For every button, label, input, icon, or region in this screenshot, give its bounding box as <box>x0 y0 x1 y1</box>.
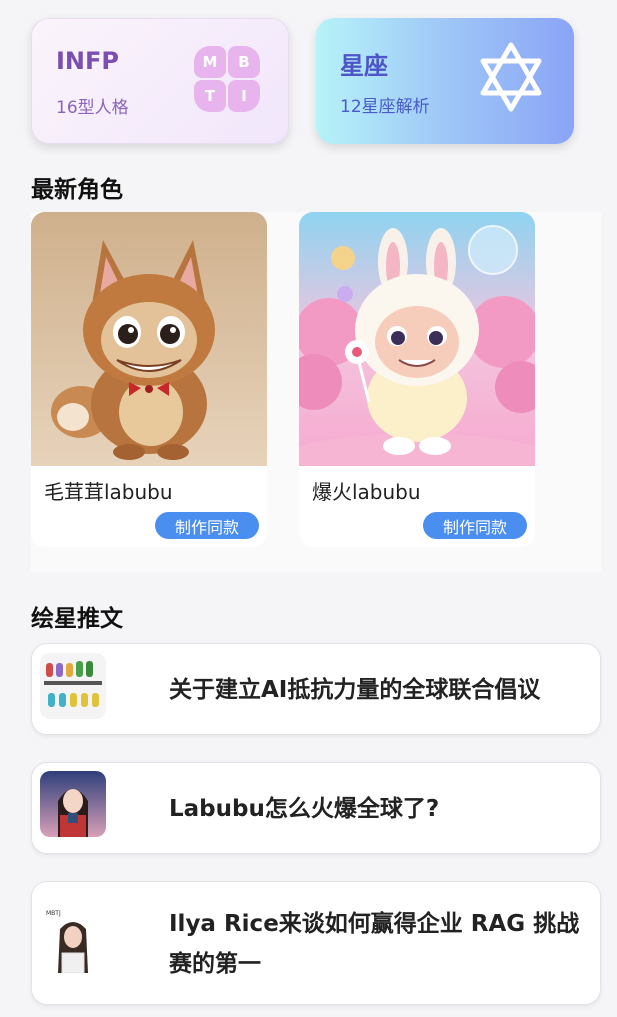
mbti-characters-thumbnail <box>40 653 106 719</box>
svg-text:MBTJ: MBTJ <box>46 910 61 917</box>
character-name: 毛茸茸labubu <box>44 480 173 504</box>
make-same-button[interactable]: 制作同款 <box>423 512 527 539</box>
character-card[interactable]: 爆火labubu 制作同款 <box>299 212 535 547</box>
mbti-card[interactable]: INFP 16型人格 M B T I <box>31 18 289 144</box>
character-name: 爆火labubu <box>312 480 421 504</box>
white-bunny-labubu-image <box>299 212 535 466</box>
make-same-button[interactable]: 制作同款 <box>155 512 259 539</box>
woman-portrait-thumbnail: MBTJ <box>40 907 106 973</box>
articles-heading: 绘星推文 <box>31 606 123 632</box>
article-title: Ilya Rice来谈如何赢得企业 RAG 挑战赛的第一 <box>169 911 580 977</box>
article-title: 关于建立AI抵抗力量的全球联合倡议 <box>169 677 541 703</box>
star-of-david-icon <box>480 42 542 112</box>
anime-girl-thumbnail <box>40 771 106 837</box>
zodiac-card-subtitle: 12星座解析 <box>340 97 430 117</box>
mbti-card-title: INFP <box>56 47 119 75</box>
characters-list[interactable]: 毛茸茸labubu 制作同款 爆火labubu 制作同款 <box>31 212 601 572</box>
mbti-letter: M <box>194 46 226 78</box>
mbti-grid-icon: M B T I <box>194 46 260 112</box>
zodiac-card-title: 星座 <box>340 52 388 80</box>
mbti-letter: B <box>228 46 260 78</box>
article-item[interactable]: MBTJ Ilya Rice来谈如何赢得企业 RAG 挑战赛的第一 <box>31 881 601 1005</box>
brown-fluffy-labubu-image <box>31 212 267 466</box>
mbti-card-subtitle: 16型人格 <box>56 98 129 118</box>
article-item[interactable]: 关于建立AI抵抗力量的全球联合倡议 <box>31 643 601 735</box>
characters-heading: 最新角色 <box>31 177 123 203</box>
character-card[interactable]: 毛茸茸labubu 制作同款 <box>31 212 267 547</box>
article-item[interactable]: Labubu怎么火爆全球了? <box>31 762 601 854</box>
zodiac-card[interactable]: 星座 12星座解析 <box>316 18 574 144</box>
mbti-letter: T <box>194 80 226 112</box>
article-title: Labubu怎么火爆全球了? <box>169 796 440 822</box>
mbti-letter: I <box>228 80 260 112</box>
